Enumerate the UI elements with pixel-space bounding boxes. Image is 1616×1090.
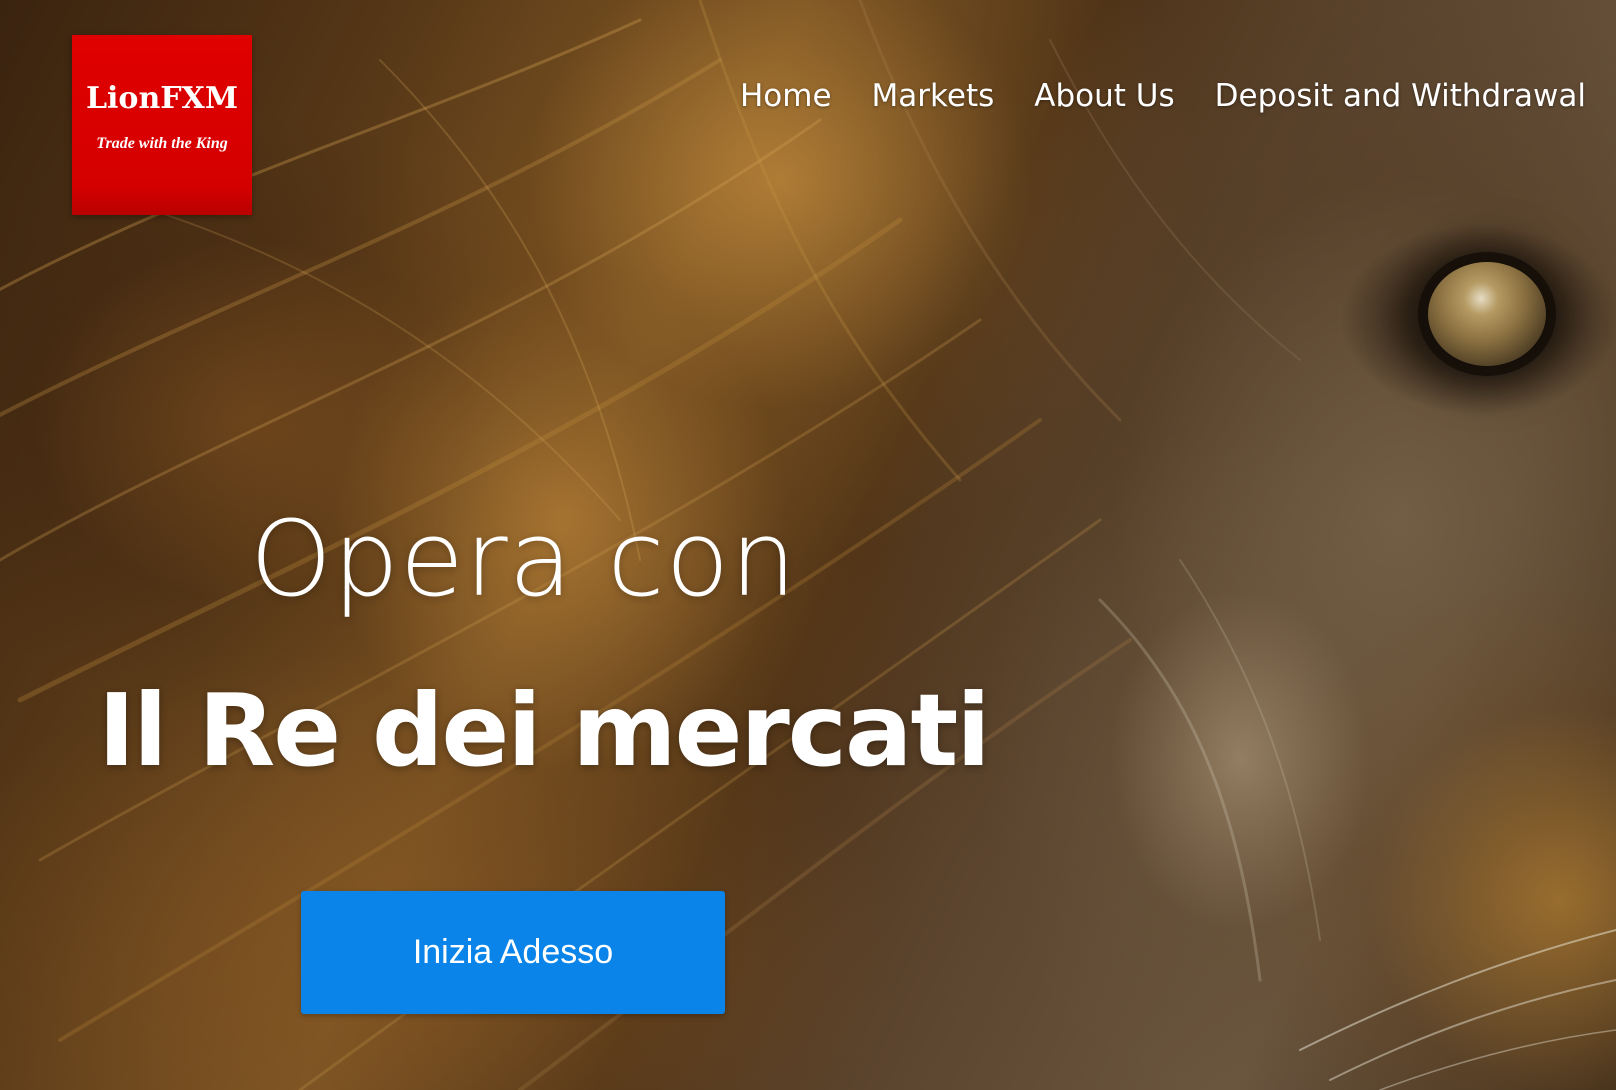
nav-item-deposit-withdrawal[interactable]: Deposit and Withdrawal [1215,78,1586,114]
hero-headline-line2: Il Re dei mercati [98,672,991,789]
logo[interactable]: LionFXM Trade with the King [72,35,252,215]
hero-headline-line1: Opera con [250,498,798,620]
logo-name: LionFXM [85,81,239,116]
lion-eye [1428,262,1546,366]
start-now-button[interactable]: Inizia Adesso [301,891,725,1014]
hero-section: LionFXM Trade with the King Home Markets… [0,0,1616,1090]
nav-item-home[interactable]: Home [740,78,832,114]
main-nav: Home Markets About Us Deposit and Withdr… [740,78,1586,114]
logo-tagline: Trade with the King [96,135,228,152]
nav-item-about-us[interactable]: About Us [1034,78,1174,114]
nav-item-markets[interactable]: Markets [872,78,995,114]
